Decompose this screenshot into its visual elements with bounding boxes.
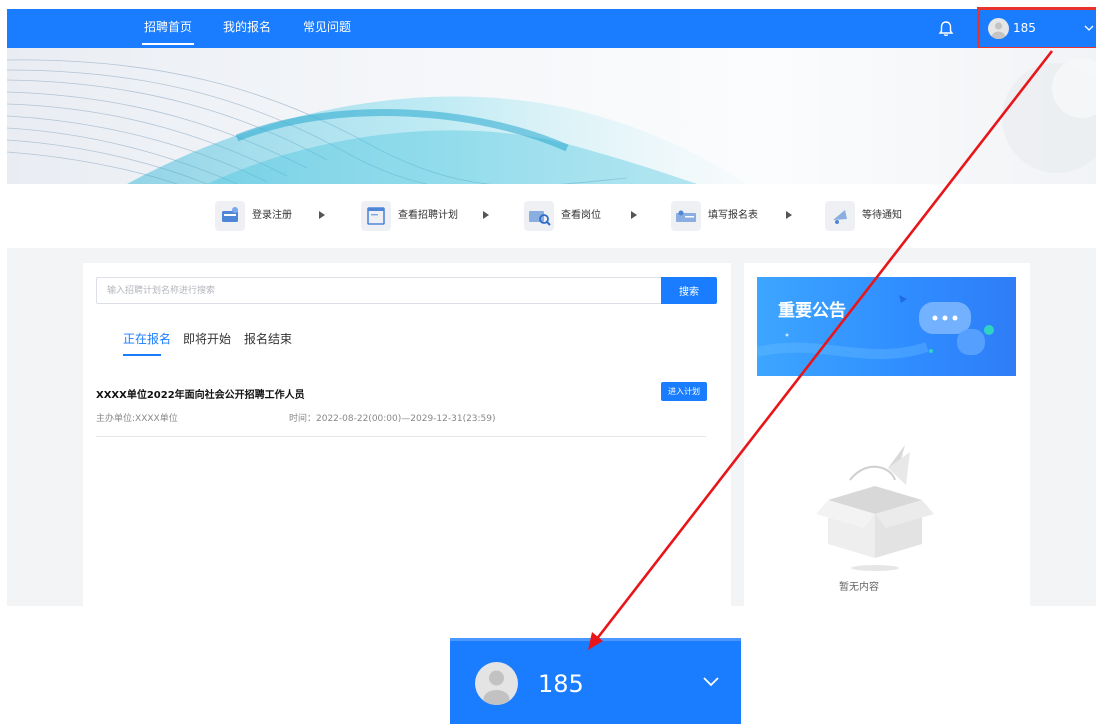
bell-icon[interactable] xyxy=(936,19,956,39)
nav-item-faq[interactable]: 常见问题 xyxy=(303,9,351,48)
register-icon xyxy=(215,201,245,231)
empty-box-icon xyxy=(816,445,934,571)
nav-item-my-registration[interactable]: 我的报名 xyxy=(223,9,271,48)
tab-upcoming[interactable]: 即将开始 xyxy=(183,330,231,347)
step-arrow-icon xyxy=(483,211,489,219)
step-arrow-icon xyxy=(631,211,637,219)
step-label: 等待通知 xyxy=(862,210,902,221)
step-arrow-icon xyxy=(319,211,325,219)
user-menu-zoom-callout: 185 xyxy=(450,638,741,724)
plan-time: 时间：2022-08-22(00:00)—2029-12-31(23:59) xyxy=(289,414,496,424)
step-arrow-icon xyxy=(786,211,792,219)
plan-organizer: 主办单位:XXXX单位 xyxy=(96,414,178,424)
step-label: 查看岗位 xyxy=(561,210,601,221)
empty-state-text: 暂无内容 xyxy=(839,582,879,593)
step-label: 查看招聘计划 xyxy=(398,210,458,221)
announcement-banner: 重要公告 xyxy=(757,277,1016,376)
step-label: 登录注册 xyxy=(252,210,292,221)
position-search-icon xyxy=(524,201,554,231)
highlight-box xyxy=(977,7,1096,50)
nav-item-home[interactable]: 招聘首页 xyxy=(141,9,195,48)
recruitment-plan-panel xyxy=(83,263,731,606)
chevron-down-icon xyxy=(703,677,719,687)
hero-banner xyxy=(7,48,1096,184)
plan-title: XXXX单位2022年面向社会公开招聘工作人员 xyxy=(96,390,305,401)
user-name: 185 xyxy=(538,670,584,698)
search-input[interactable] xyxy=(96,277,662,304)
notice-icon xyxy=(825,201,855,231)
user-avatar-icon xyxy=(475,662,518,705)
enter-plan-button[interactable]: 进入计划 xyxy=(661,382,707,401)
top-nav-bar: 招聘首页 我的报名 常见问题 185 xyxy=(7,9,1096,48)
divider xyxy=(96,436,706,437)
announcement-title: 重要公告 xyxy=(778,301,846,321)
form-icon xyxy=(671,201,701,231)
step-label: 填写报名表 xyxy=(708,210,758,221)
plan-icon xyxy=(361,201,391,231)
active-tab-indicator xyxy=(123,354,161,356)
chat-bubbles-icon xyxy=(757,295,994,360)
page: 招聘首页 我的报名 常见问题 185 登录注册 查看招聘计划 查看岗位 填写报名… xyxy=(0,0,1096,724)
banner-wave-graphic xyxy=(7,58,1096,184)
tab-registering[interactable]: 正在报名 xyxy=(123,330,171,347)
tab-ended[interactable]: 报名结束 xyxy=(244,330,292,347)
search-button[interactable]: 搜索 xyxy=(661,277,717,304)
